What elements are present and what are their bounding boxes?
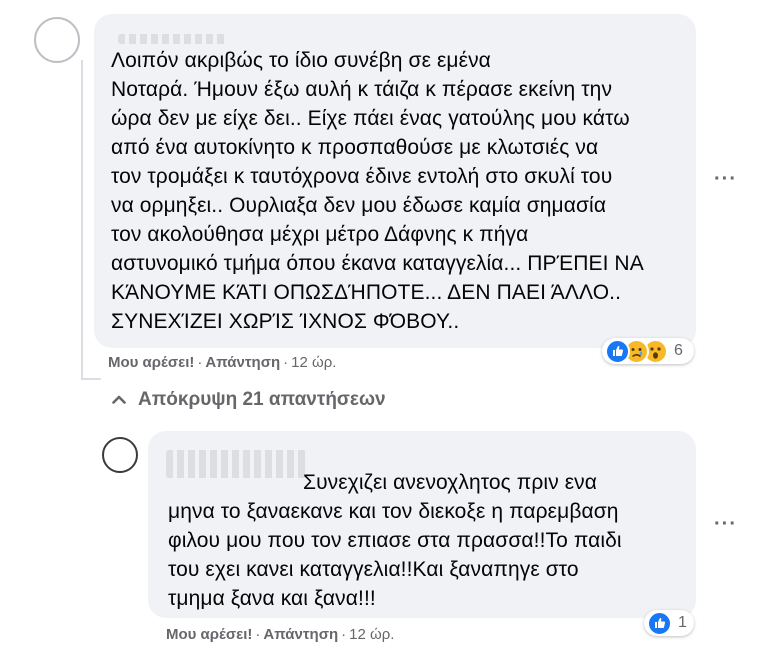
like-button[interactable]: Μου αρέσει! [108,354,194,371]
reply-more-options-icon[interactable]: ··· [714,513,737,536]
avatar[interactable] [34,17,80,63]
reply-avatar[interactable] [102,437,138,473]
reaction-count: 6 [674,342,683,359]
reply-button[interactable]: Απάντηση [205,354,280,371]
chevron-up-icon [112,391,126,409]
reactions-summary[interactable]: 6 [602,338,694,364]
comment-bubble: Λοιπόν ακριβώς το ίδιο συνέβη σε εμένα Ν… [94,14,696,348]
hide-replies-label: Απόκρυψη 21 απαντήσεων [138,389,386,410]
reply-reactions-summary[interactable]: 1 [644,610,694,636]
timestamp[interactable]: 12 ώρ. [291,354,336,371]
reply-text: Συνεχιζει ανενοχλητος πριν ενα μηνα το ξ… [168,471,622,610]
reply-bubble: Συνεχιζει ανενοχλητος πριν ενα μηνα το ξ… [148,431,696,618]
reply-actions: Μου αρέσει! · Απάντηση · 12 ώρ. [166,626,395,643]
comment-text: Λοιπόν ακριβώς το ίδιο συνέβη σε εμένα Ν… [111,49,644,333]
author-name-redacted [118,34,226,44]
like-reaction-icon [605,338,630,364]
like-reaction-icon [647,610,672,636]
reply-reply-button[interactable]: Απάντηση [263,626,338,643]
thread-connector [81,378,101,380]
more-options-icon[interactable]: ··· [714,168,737,191]
hide-replies-button[interactable]: Απόκρυψη 21 απαντήσεων [112,389,386,411]
thread-line [81,60,83,380]
reply-reaction-count: 1 [678,614,687,631]
cropped-top-text [150,0,380,4]
reply-timestamp[interactable]: 12 ώρ. [349,626,394,643]
reply-like-button[interactable]: Μου αρέσει! [166,626,252,643]
comment-actions: Μου αρέσει! · Απάντηση · 12 ώρ. [108,354,337,371]
